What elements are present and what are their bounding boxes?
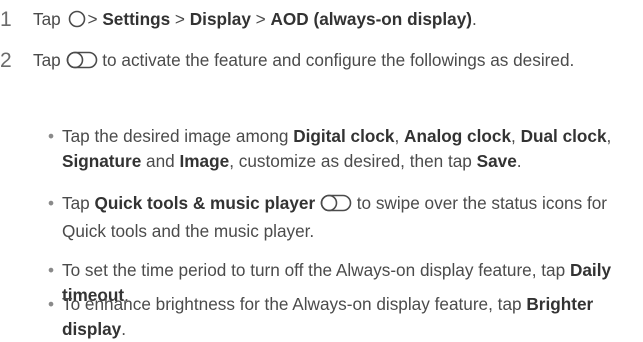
- step-number: 2: [0, 49, 12, 72]
- display-label: Display: [189, 9, 251, 29]
- bullet-text: Tap the desired image among Digital cloc…: [62, 126, 612, 171]
- toggle-switch-icon: [320, 194, 352, 219]
- step-text: Tap to activate the feature and configur…: [33, 48, 633, 76]
- bullet-marker: •: [48, 126, 55, 146]
- bullet-marker: •: [48, 294, 55, 314]
- manual-page: 1 Tap > Settings > Display > AOD (always…: [0, 0, 643, 342]
- circle-icon: [66, 10, 88, 35]
- toggle-switch-icon: [66, 51, 98, 76]
- settings-label: Settings: [102, 9, 171, 29]
- bullet-marker: •: [48, 193, 55, 213]
- bullet-marker: •: [48, 260, 55, 280]
- step-text: Tap > Settings > Display > AOD (always-o…: [33, 7, 643, 35]
- bullet-text: Tap Quick tools & music player to swipe …: [62, 193, 608, 241]
- bullet-text: To enhance brightness for the Always-on …: [62, 294, 594, 339]
- step-number: 1: [0, 8, 12, 31]
- aod-label: AOD (always-on display): [270, 9, 473, 29]
